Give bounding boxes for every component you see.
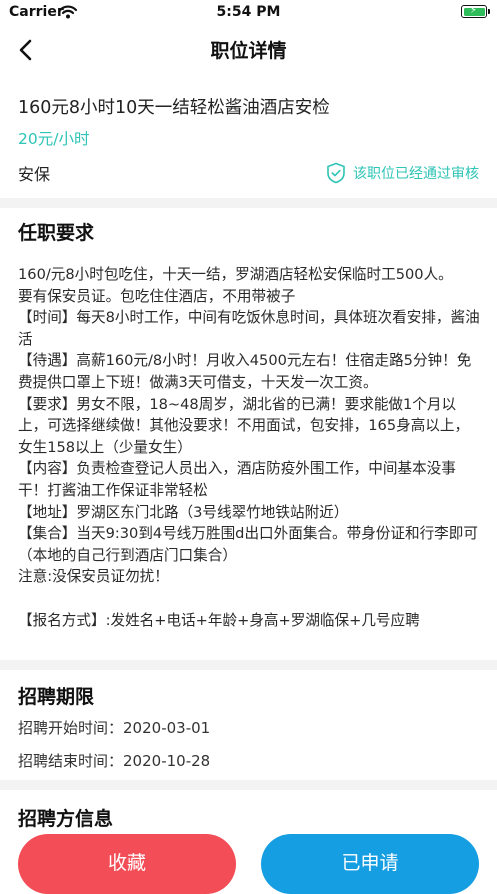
- requirements-text: 160/元8小时包吃住，十天一结，罗湖酒店轻松安保临时工500人。 要有保安员证…: [18, 264, 480, 631]
- status-time: 5:54 PM: [216, 4, 281, 20]
- period-start-date: 2020-03-01: [123, 719, 211, 737]
- requirements-line: 160/元8小时包吃住，十天一结，罗湖酒店轻松安保临时工500人。: [18, 266, 453, 283]
- requirements-line: 【内容】负责检查登记人员出入，酒店防疫外围工作，中间基本没事干！打酱油工作保证非…: [18, 460, 456, 499]
- requirements-line: 【报名方式】:发姓名+电话+年龄+身高+罗湖临保+几号应聘: [18, 611, 420, 629]
- requirements-line: 【集合】当天9:30到4号线万胜围d出口外面集合。带身份证和行李即可（本地的自己…: [18, 525, 478, 564]
- period-end-label: 招聘结束时间：: [18, 752, 124, 770]
- employer-heading: 招聘方信息: [18, 808, 114, 830]
- job-title: 160元8小时10天一结轻松酱油酒店安检: [18, 98, 330, 118]
- section-divider: [0, 780, 497, 790]
- favorite-button[interactable]: 收藏: [18, 834, 236, 894]
- period-start-row: 招聘开始时间：2020-03-01: [18, 717, 210, 738]
- period-heading: 招聘期限: [18, 686, 95, 708]
- section-divider: [0, 660, 497, 670]
- requirements-line: 【地址】罗湖区东门北路（3号线翠竹地铁站附近）: [18, 503, 349, 521]
- verified-badge: 该职位已经通过审核: [326, 162, 479, 184]
- requirements-line: 注意:没保安员证勿扰！: [18, 568, 169, 586]
- applied-button[interactable]: 已申请: [261, 834, 479, 894]
- period-end-date: 2020-10-28: [123, 752, 211, 770]
- navigation-bar: 职位详情: [0, 26, 497, 74]
- verified-text: 该职位已经通过审核: [353, 166, 479, 182]
- requirements-line: 要有保安员证。包吃住住酒店，不用带被子: [18, 287, 296, 305]
- period-end-row: 招聘结束时间：2020-10-28: [18, 750, 210, 771]
- shield-check-icon: [327, 162, 345, 184]
- status-bar: Carrier 5:54 PM ⚡: [0, 0, 497, 26]
- period-start-label: 招聘开始时间：: [18, 719, 124, 737]
- requirements-blank-line: [18, 588, 480, 610]
- section-divider: [0, 198, 497, 208]
- job-salary: 20元/小时: [18, 130, 90, 148]
- requirements-line: 【待遇】高薪160元/8小时！月收入4500元左右！住宿走路5分钟！免费提供口罩…: [18, 352, 472, 391]
- requirements-line: 【要求】男女不限，18~48周岁，湖北省的已满！要求能做1个月以上，可选择继续做…: [18, 395, 470, 456]
- battery-charging-icon: ⚡: [461, 5, 490, 18]
- job-category: 安保: [18, 165, 51, 184]
- requirements-line: 【时间】每天8小时工作，中间有吃饭休息时间，具体班次看安排，酱油活: [18, 309, 480, 348]
- requirements-heading: 任职要求: [18, 222, 95, 244]
- page-title: 职位详情: [210, 40, 287, 62]
